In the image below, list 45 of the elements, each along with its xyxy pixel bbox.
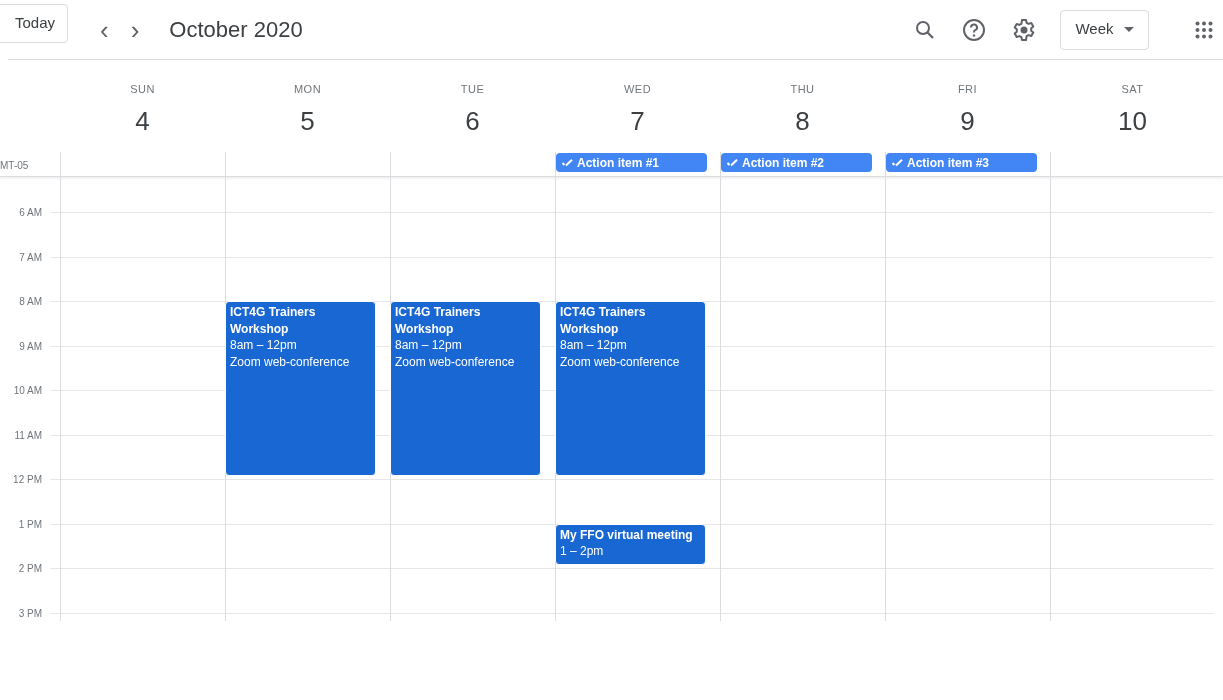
- search-icon[interactable]: [915, 19, 935, 40]
- hour-label: 11 AM: [13, 428, 42, 443]
- hour-label: 6 AM: [18, 206, 42, 220]
- event-block[interactable]: ICT4G Trainers Workshop 8am – 12pm Zoom web-conference: [390, 301, 541, 476]
- check-icon: [727, 158, 738, 167]
- help-icon[interactable]: [962, 17, 986, 42]
- date-number[interactable]: 4: [60, 101, 225, 141]
- month-title: October 2020: [169, 16, 303, 44]
- settings-icon[interactable]: [1012, 17, 1036, 42]
- check-icon: [562, 158, 573, 167]
- date-number[interactable]: 5: [225, 101, 390, 141]
- hour-label: 2 PM: [17, 562, 42, 576]
- apps-grid-icon[interactable]: [1195, 20, 1213, 39]
- hour-label: 8 AM: [18, 295, 42, 309]
- weekday-label: THU: [789, 82, 816, 97]
- hour-label: 12 PM: [12, 473, 42, 487]
- date-number[interactable]: 6: [390, 101, 555, 141]
- event-block[interactable]: My FFO virtual meeting 1 – 2pm: [555, 523, 706, 565]
- date-number[interactable]: 8: [720, 101, 885, 141]
- today-button[interactable]: Today: [0, 4, 68, 43]
- weekday-label: FRI: [956, 82, 979, 97]
- hour-label: 1 PM: [17, 517, 42, 532]
- weekday-label: MON: [292, 82, 323, 97]
- event-block[interactable]: ICT4G Trainers Workshop 8am – 12pm Zoom web-conference: [555, 301, 706, 476]
- date-number[interactable]: 10: [1050, 101, 1215, 141]
- next-week-button[interactable]: ›: [124, 16, 146, 43]
- view-dropdown[interactable]: Week: [1060, 9, 1149, 50]
- weekday-label: SAT: [1120, 82, 1145, 97]
- event-block[interactable]: ICT4G Trainers Workshop 8am – 12pm Zoom web-conference: [225, 301, 376, 476]
- hour-label: 10 AM: [12, 384, 42, 398]
- hour-label: 3 PM: [17, 606, 42, 621]
- hour-label: 7 AM: [18, 250, 42, 265]
- task-chip[interactable]: Action item #2: [721, 153, 872, 172]
- weekday-label: WED: [622, 82, 653, 97]
- previous-week-button[interactable]: ‹: [94, 16, 115, 43]
- date-number[interactable]: 9: [885, 101, 1050, 141]
- caret-icon: [1123, 27, 1134, 32]
- weekday-label: TUE: [459, 82, 486, 97]
- task-chip[interactable]: Action item #1: [556, 153, 707, 172]
- date-number[interactable]: 7: [555, 101, 720, 141]
- hour-label: 9 AM: [18, 339, 42, 354]
- check-icon: [892, 158, 903, 167]
- timezone-label: MT-05: [0, 159, 30, 173]
- task-chip[interactable]: Action item #3: [886, 153, 1037, 172]
- weekday-label: SUN: [129, 82, 156, 97]
